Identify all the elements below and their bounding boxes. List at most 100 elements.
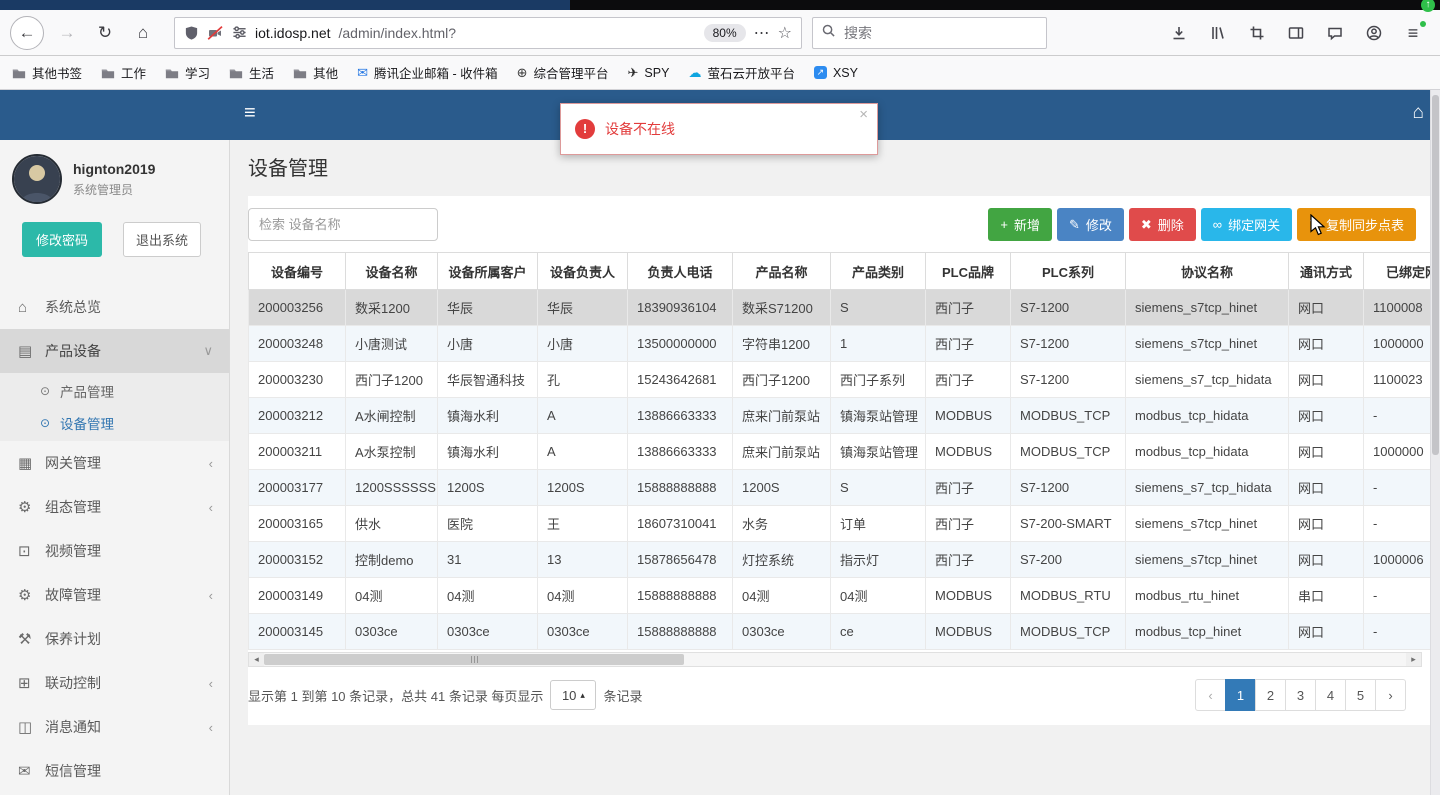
vertical-scrollbar-thumb[interactable] [1432,95,1439,455]
close-icon[interactable]: × [859,106,868,123]
page-size-dropdown[interactable]: 10 ▴ [550,680,597,710]
add-button[interactable]: + 新增 [988,208,1052,241]
table-row[interactable]: 200003230 西门子1200 华辰智通科技孔 15243642681 西门子120… [248,361,1430,398]
url-bar[interactable]: iot.idosp.net/admin/index.html? 80% ⋯ ☆ [174,16,802,49]
column-header[interactable]: PLC品牌 [925,252,1011,290]
scroll-right-icon[interactable]: ▸ [1406,653,1421,666]
screenshot-icon[interactable] [1246,22,1268,44]
sidebar-subitem[interactable]: ⊙ 设备管理 [0,407,229,439]
next-page-button[interactable]: › [1375,679,1406,711]
vertical-scrollbar[interactable] [1430,90,1440,795]
change-password-button[interactable]: 修改密码 [22,222,103,257]
browser-search-bar[interactable] [812,16,1047,49]
account-icon[interactable] [1363,22,1385,44]
shield-icon[interactable] [184,25,199,41]
browser-home-button[interactable]: ⌂ [128,18,158,48]
bookmark-item[interactable]: 其他书签 [12,63,82,82]
table-cell: 网口 [1288,541,1364,578]
device-search-input[interactable] [248,208,438,241]
scrollbar-thumb[interactable] [264,654,684,665]
bookmark-star-icon[interactable]: ☆ [778,23,792,43]
sidebar-item[interactable]: ✉ 短信管理 [0,749,229,793]
page-button[interactable]: 3 [1285,679,1316,711]
table-row[interactable]: 200003145 0303ce 0303ce 0303ce 15888888888 03… [248,613,1430,650]
bookmark-item[interactable]: 其他 [293,63,338,82]
column-header[interactable]: 产品类别 [830,252,926,290]
cross-icon: ✖ [1140,216,1152,232]
table-row[interactable]: 200003211 A水泵控制 镇海水利 A 13886663333 庶来门前泵站 镇海泵站… [248,433,1430,470]
library-icon[interactable] [1207,22,1229,44]
table-cell: 西门子 [925,289,1011,326]
column-header[interactable]: PLC系列 [1010,252,1126,290]
sidebar-item[interactable]: ◫ 消息通知 ‹ [0,705,229,749]
column-header[interactable]: 设备所属客户 [437,252,538,290]
column-header[interactable]: 设备编号 [248,252,346,290]
sidebar-item[interactable]: ⚙ 故障管理 ‹ [0,573,229,617]
active-tab[interactable] [0,0,570,10]
edit-button[interactable]: ✎ 修改 [1056,208,1124,241]
bookmark-item[interactable]: ☁ 萤石云开放平台 [688,63,795,82]
app-menu-icon[interactable]: ≡ [1402,20,1426,44]
page-button[interactable]: 2 [1255,679,1286,711]
table-cell: 西门子1200 [345,361,438,398]
scroll-left-icon[interactable]: ◂ [249,653,264,666]
download-icon[interactable] [1168,22,1190,44]
column-header[interactable]: 协议名称 [1125,252,1289,290]
table-row[interactable]: 200003256 数采1200 华辰 华辰 18390936104 数采S71200 S 西… [248,289,1430,326]
scrollbar-track[interactable] [264,653,1406,666]
column-header[interactable]: 设备名称 [345,252,438,290]
bookmark-item[interactable]: 生活 [229,63,274,82]
column-header[interactable]: 通讯方式 [1288,252,1364,290]
sidebar-collapse-icon[interactable]: ≡ [244,102,256,125]
zoom-badge[interactable]: 80% [703,23,746,42]
bind-gateway-button[interactable]: ∞ 绑定网关 [1200,208,1293,241]
browser-search-input[interactable] [842,23,1037,42]
page-button[interactable]: 5 [1345,679,1376,711]
prev-page-button[interactable]: ‹ [1195,679,1226,711]
table-cell: A水闸控制 [345,397,438,434]
sidebar-subitem[interactable]: ⊙ 产品管理 [0,375,229,407]
sidebar-item[interactable]: ⌂ 系统总览 [0,285,229,329]
bookmark-item[interactable]: 学习 [165,63,210,82]
table-cell: 13 [537,541,628,578]
table-row[interactable]: 200003177 1200SSSSSS 1200S 1200S 15888888888… [248,469,1430,506]
back-button[interactable]: ← [10,15,44,50]
chat-bubble-icon[interactable] [1324,22,1346,44]
bookmark-item[interactable]: ↗ XSY [813,66,858,80]
page-actions-icon[interactable]: ⋯ [754,23,770,43]
horizontal-scrollbar[interactable]: ◂ ▸ [248,652,1422,667]
logout-button[interactable]: 退出系统 [122,222,201,257]
table-row[interactable]: 200003248 小唐测试 小唐 小唐 13500000000 字符串1200 1 西门子 S… [248,325,1430,362]
bookmark-item[interactable]: ⊕ 综合管理平台 [517,63,609,82]
sidebar-item[interactable]: ⊞ 联动控制 ‹ [0,661,229,705]
forward-button[interactable]: → [52,18,82,48]
sidebar-item[interactable]: ▦ 网关管理 ‹ [0,441,229,485]
table-row[interactable]: 200003152 控制demo 31 13 15878656478 灯控系统 指示灯 西门子… [248,541,1430,578]
table-cell: MODBUS [925,577,1011,614]
page-button[interactable]: 1 [1225,679,1256,711]
table-row[interactable]: 200003165 供水 医院王 18607310041 水务 订单 西门子 S7-200-S… [248,505,1430,542]
column-header[interactable]: 设备负责人 [537,252,628,290]
page-button[interactable]: 4 [1315,679,1346,711]
home-icon: ⌂ [137,22,149,42]
permissions-icon[interactable] [232,25,247,40]
blocked-media-icon[interactable] [207,25,224,41]
reload-button[interactable]: ↻ [90,18,120,48]
column-header[interactable]: 已绑定网关 [1363,252,1430,290]
app-home-icon[interactable]: ⌂ [1413,102,1424,124]
table-cell: MODBUS_RTU [1010,577,1126,614]
table-cell: 串口 [1288,577,1364,614]
column-header[interactable]: 负责人电话 [627,252,733,290]
sidebar-toggle-icon[interactable] [1285,22,1307,44]
sidebar-item[interactable]: ⚙ 组态管理 ‹ [0,485,229,529]
column-header[interactable]: 产品名称 [732,252,831,290]
table-row[interactable]: 200003212 A水闸控制 镇海水利 A 13886663333 庶来门前泵站 镇海泵站… [248,397,1430,434]
bookmark-item[interactable]: ✈ SPY [628,66,670,80]
bookmark-item[interactable]: 工作 [101,63,146,82]
delete-button[interactable]: ✖ 删除 [1128,208,1196,241]
sidebar-item[interactable]: ⊡ 视频管理 [0,529,229,573]
sidebar-item[interactable]: ▤ 产品设备 ∨ [0,329,229,373]
sidebar-item[interactable]: ⚒ 保养计划 [0,617,229,661]
table-row[interactable]: 200003149 04测 04测 04测 15888888888 04测 04测 MODBU… [248,577,1430,614]
bookmark-item[interactable]: ✉ 腾讯企业邮箱 - 收件箱 [357,63,498,82]
